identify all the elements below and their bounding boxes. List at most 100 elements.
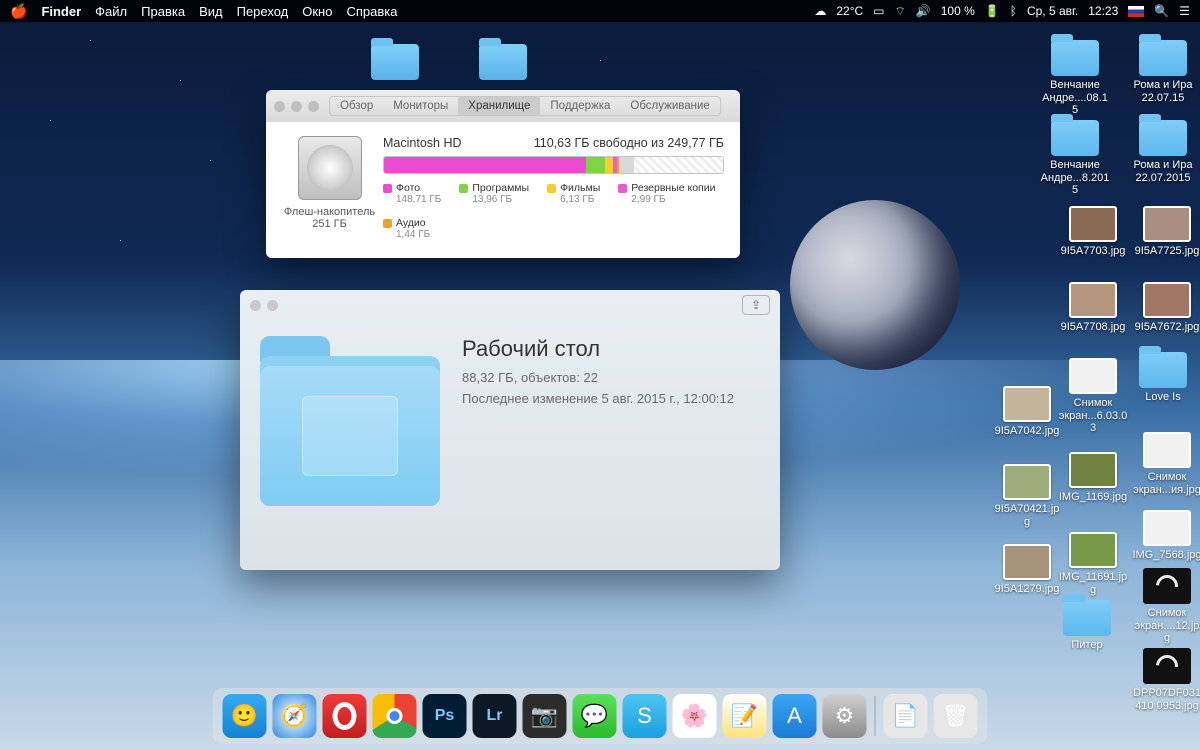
disk-size: 251 ГБ <box>282 218 377 230</box>
desktop-folder[interactable] <box>468 44 538 83</box>
storage-usage-bar <box>383 156 724 174</box>
legend-item: Аудио1,44 ГБ <box>383 217 430 240</box>
storage-tab[interactable]: Обзор <box>330 97 383 115</box>
dock-notes-icon[interactable]: 📝 <box>723 694 767 738</box>
dock-capture-icon[interactable]: 📷 <box>523 694 567 738</box>
storage-tab[interactable]: Поддержка <box>540 97 620 115</box>
input-source-flag-icon[interactable] <box>1128 6 1144 17</box>
disk-item[interactable]: Флеш-накопитель 251 ГБ <box>282 136 377 240</box>
battery-icon[interactable]: 🔋 <box>985 4 1000 18</box>
free-space-line: 110,63 ГБ свободно из 249,77 ГБ <box>534 136 724 150</box>
menu-edit[interactable]: Правка <box>141 4 185 19</box>
legend-item: Фото148,71 ГБ <box>383 182 441 205</box>
menu-window[interactable]: Окно <box>302 4 332 19</box>
dock-trash-icon[interactable]: 🗑 <box>934 694 978 738</box>
dock-finder-icon[interactable]: 🙂 <box>223 694 267 738</box>
info-size-count: 88,32 ГБ, объектов: 22 <box>462 370 734 385</box>
battery-pct[interactable]: 100 % <box>941 4 975 18</box>
window-close-icon[interactable] <box>274 101 285 112</box>
storage-titlebar[interactable]: ОбзорМониторыХранилищеПоддержкаОбслужива… <box>266 90 740 122</box>
wifi-icon[interactable]: ⌔ <box>895 4 906 19</box>
menu-file[interactable]: Файл <box>95 4 127 19</box>
desktop-item[interactable]: IMG_1169.jpg <box>1058 452 1128 504</box>
dock-opera-icon[interactable] <box>323 694 367 738</box>
menu-help[interactable]: Справка <box>346 4 397 19</box>
desktop-item-label: Питер <box>1052 639 1122 652</box>
desktop-item-label: Снимок экран....12.jpg <box>1132 607 1200 645</box>
disk-icon <box>298 136 362 200</box>
desktop-item[interactable]: 9I5A7703.jpg <box>1058 206 1128 258</box>
dock-chrome-icon[interactable] <box>373 694 417 738</box>
dock-messages-icon[interactable]: 💬 <box>573 694 617 738</box>
dock-appstore-icon[interactable]: A <box>773 694 817 738</box>
desktop-item[interactable]: Питер <box>1052 600 1122 652</box>
desktop-item[interactable]: Снимок экран....12.jpg <box>1132 568 1200 645</box>
get-info-window: ⇪ Рабочий стол 88,32 ГБ, объектов: 22 По… <box>240 290 780 570</box>
desktop-item-label: 9I5A7725.jpg <box>1132 245 1200 258</box>
storage-bar-segment <box>586 157 605 173</box>
desktop-item-label: IMG_11691.jpg <box>1058 571 1128 596</box>
window-minimize-icon[interactable] <box>291 101 302 112</box>
desktop-item-label: Снимок экран...6.03.03 <box>1058 397 1128 435</box>
desktop-item-label: IMG_7568.jpg <box>1132 549 1200 562</box>
window-zoom-icon[interactable] <box>308 101 319 112</box>
storage-tab[interactable]: Хранилище <box>458 97 540 115</box>
desktop-item[interactable]: Рома и Ира 22.07.2015 <box>1128 120 1198 184</box>
display-icon[interactable]: ▭ <box>873 4 884 18</box>
desktop-item-label: 9I5A1279.jpg <box>992 583 1062 596</box>
desktop-item[interactable]: IMG_11691.jpg <box>1058 532 1128 596</box>
desktop-item[interactable]: Снимок экран...ия.jpg <box>1132 432 1200 496</box>
dock-safari-icon[interactable]: 🧭 <box>273 694 317 738</box>
info-title: Рабочий стол <box>462 336 734 362</box>
spotlight-icon[interactable]: 🔍 <box>1154 4 1169 18</box>
desktop-item[interactable]: DPP07DF031410 0953.jpg <box>1132 648 1200 712</box>
storage-tabs: ОбзорМониторыХранилищеПоддержкаОбслужива… <box>329 96 721 116</box>
menu-view[interactable]: Вид <box>199 4 223 19</box>
storage-tab[interactable]: Обслуживание <box>620 97 719 115</box>
menubar-time[interactable]: 12:23 <box>1088 4 1118 18</box>
info-folder-icon <box>260 336 440 506</box>
share-button[interactable]: ⇪ <box>742 295 770 315</box>
info-modified: Последнее изменение 5 авг. 2015 г., 12:0… <box>462 391 734 406</box>
desktop-item[interactable]: 9I5A70421.jpg <box>992 464 1062 528</box>
desktop-item[interactable]: Снимок экран...6.03.03 <box>1058 358 1128 435</box>
window-minimize-icon[interactable] <box>267 300 278 311</box>
desktop-item[interactable]: 9I5A7708.jpg <box>1058 282 1128 334</box>
dock-skype-icon[interactable]: S <box>623 694 667 738</box>
dock-downloads-icon[interactable]: 📄 <box>884 694 928 738</box>
weather-temp[interactable]: 22°C <box>836 4 863 18</box>
legend-item: Программы13,96 ГБ <box>459 182 529 205</box>
dock-settings-icon[interactable]: ⚙ <box>823 694 867 738</box>
menu-go[interactable]: Переход <box>237 4 289 19</box>
desktop-item[interactable]: IMG_7568.jpg <box>1132 510 1200 562</box>
storage-bar-segment <box>605 157 613 173</box>
storage-tab[interactable]: Мониторы <box>383 97 458 115</box>
desktop-item[interactable]: 9I5A7672.jpg <box>1132 282 1200 334</box>
desktop-item-label: IMG_1169.jpg <box>1058 491 1128 504</box>
legend-item: Фильмы6,13 ГБ <box>547 182 600 205</box>
info-titlebar[interactable]: ⇪ <box>240 290 780 320</box>
dock-photos-icon[interactable]: 🌸 <box>673 694 717 738</box>
desktop-item[interactable]: 9I5A7725.jpg <box>1132 206 1200 258</box>
desktop-item[interactable]: 9I5A7042.jpg <box>992 386 1062 438</box>
desktop-item-label: 9I5A7708.jpg <box>1058 321 1128 334</box>
dock-photoshop-icon[interactable]: Ps <box>423 694 467 738</box>
desktop-folder[interactable] <box>360 44 430 83</box>
moon-graphic <box>790 200 960 370</box>
app-menu[interactable]: Finder <box>41 4 81 19</box>
desktop-item[interactable]: Рома и Ира 22.07.15 <box>1128 40 1198 104</box>
window-close-icon[interactable] <box>250 300 261 311</box>
apple-menu-icon[interactable]: 🍎 <box>10 3 27 20</box>
desktop-item-label: 9I5A70421.jpg <box>992 503 1062 528</box>
weather-icon[interactable]: ☁ <box>814 4 826 18</box>
desktop-item-label: Венчание Андре...8.2015 <box>1040 159 1110 197</box>
bluetooth-icon[interactable]: ᛒ <box>1010 4 1017 18</box>
notification-center-icon[interactable]: ☰ <box>1179 4 1190 18</box>
desktop-item[interactable]: Love Is <box>1128 352 1198 404</box>
desktop-item[interactable]: 9I5A1279.jpg <box>992 544 1062 596</box>
desktop-item[interactable]: Венчание Андре...8.2015 <box>1040 120 1110 197</box>
desktop-item[interactable]: Венчание Андре....08.15 <box>1040 40 1110 117</box>
volume-icon[interactable]: 🔊 <box>916 4 931 18</box>
dock-lightroom-icon[interactable]: Lr <box>473 694 517 738</box>
menubar-date[interactable]: Ср, 5 авг. <box>1027 4 1078 18</box>
